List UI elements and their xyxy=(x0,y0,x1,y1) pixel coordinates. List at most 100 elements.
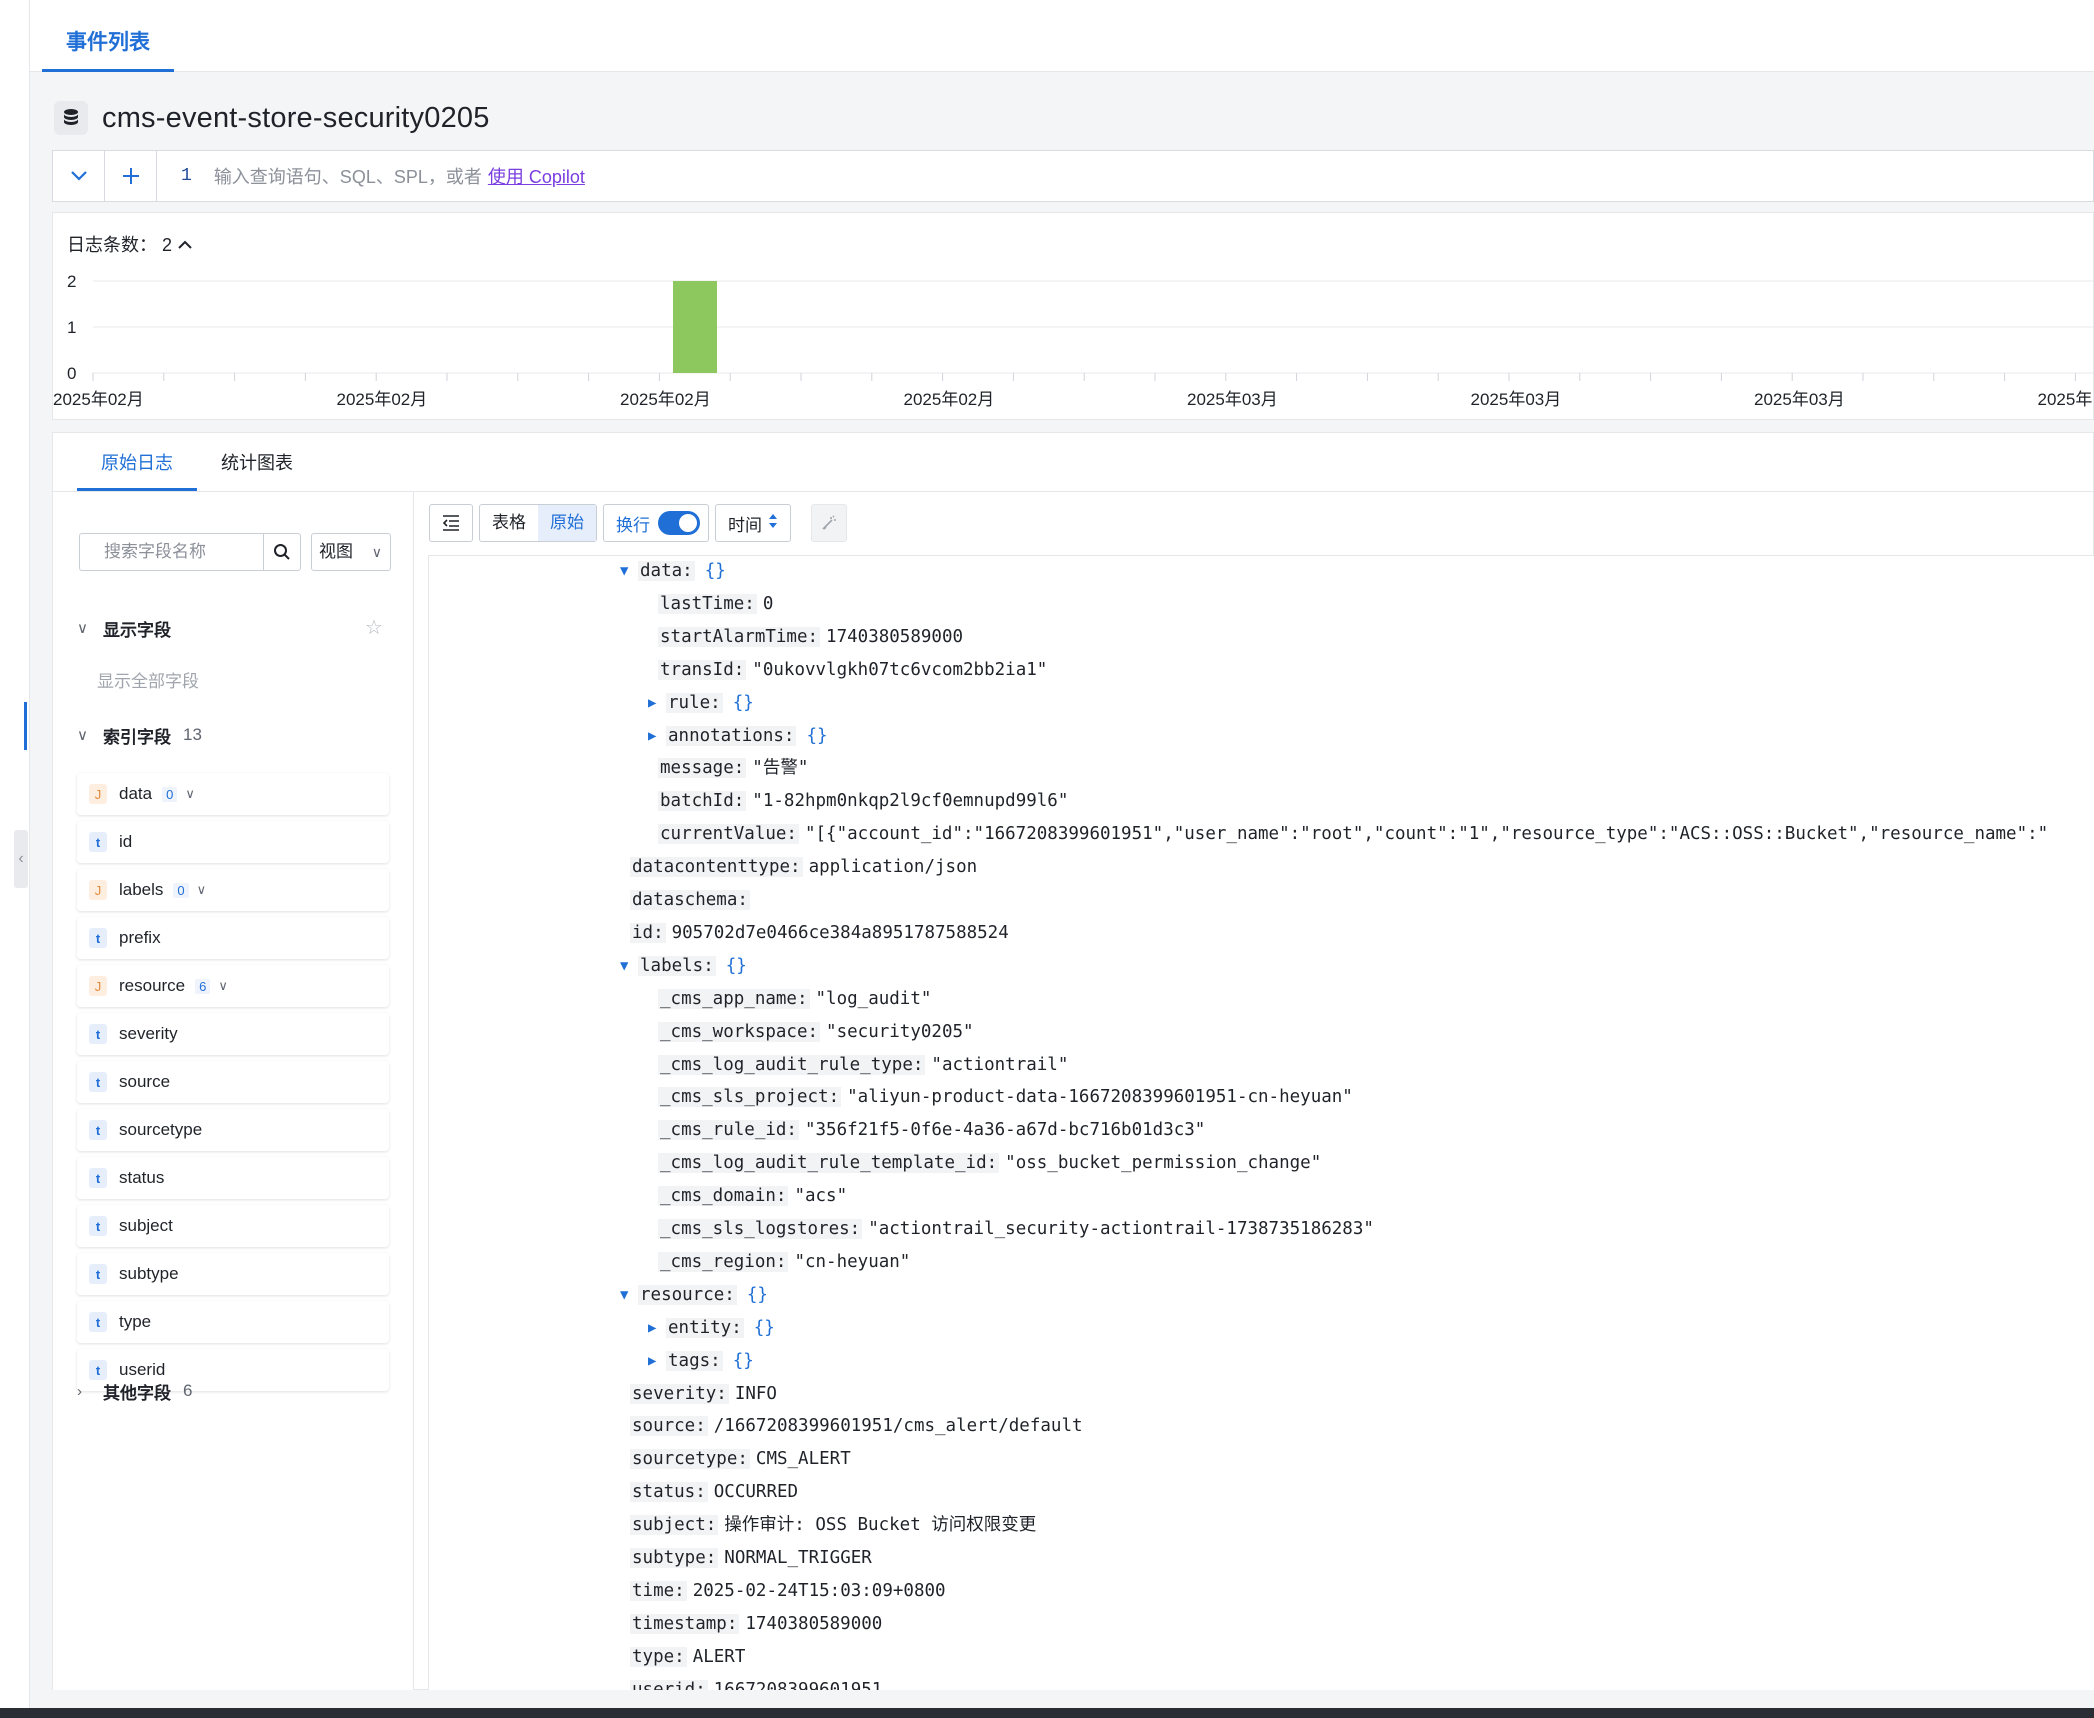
add-icon[interactable] xyxy=(105,151,157,201)
field-item-status[interactable]: t status xyxy=(77,1157,389,1199)
tab-statistics-chart[interactable]: 统计图表 xyxy=(197,433,317,491)
log-key[interactable]: sourcetype: xyxy=(630,1449,750,1470)
log-value[interactable]: 905702d7e0466ce384a8951787588524 xyxy=(672,923,1009,943)
log-key[interactable]: datacontenttype: xyxy=(630,857,803,878)
log-value[interactable]: 操作审计: OSS Bucket 访问权限变更 xyxy=(724,1515,1036,1535)
log-value[interactable]: "log_audit" xyxy=(816,989,932,1009)
log-key[interactable]: subtype: xyxy=(630,1548,719,1568)
log-key[interactable]: message: xyxy=(658,758,747,779)
log-key[interactable]: _cms_log_audit_rule_template_id: xyxy=(658,1153,1000,1174)
log-key[interactable]: rule: xyxy=(666,692,723,713)
log-value[interactable]: CMS_ALERT xyxy=(756,1449,851,1469)
log-key[interactable]: _cms_app_name: xyxy=(658,988,810,1009)
chevron-down-icon[interactable]: ∨ xyxy=(218,978,228,994)
log-value[interactable]: "actiontrail_security-actiontrail-173873… xyxy=(868,1219,1374,1239)
query-input[interactable]: 输入查询语句、SQL、SPL，或者 使用 Copilot xyxy=(214,163,585,189)
log-key[interactable]: transId: xyxy=(658,659,747,680)
log-key[interactable]: severity: xyxy=(630,1383,729,1404)
log-value[interactable]: "356f21f5-0f6e-4a36-a67d-bc716b01d3c3" xyxy=(805,1120,1205,1140)
field-item-subtype[interactable]: t subtype xyxy=(77,1253,389,1295)
log-key[interactable]: startAlarmTime: xyxy=(658,626,821,647)
log-value[interactable]: 1740380589000 xyxy=(826,627,963,647)
caret-right-icon[interactable]: ▶ xyxy=(648,721,656,751)
view-select[interactable]: 视图 ∨ xyxy=(311,533,391,571)
log-key[interactable]: time: xyxy=(630,1580,687,1601)
field-item-id[interactable]: t id xyxy=(77,821,389,863)
wrap-toggle[interactable]: 换行 xyxy=(603,504,709,542)
field-item-source[interactable]: t source xyxy=(77,1061,389,1103)
log-key[interactable]: _cms_sls_project: xyxy=(658,1087,842,1108)
magic-wand-icon[interactable] xyxy=(811,504,847,542)
log-value[interactable]: "0ukovvlgkh07tc6vcom2bb2ia1" xyxy=(752,660,1047,680)
caret-down-icon[interactable]: ▼ xyxy=(620,951,628,981)
field-item-data[interactable]: Jdata 0 ∨ xyxy=(77,773,389,815)
field-item-labels[interactable]: Jlabels 0 ∨ xyxy=(77,869,389,911)
log-value[interactable]: NORMAL_TRIGGER xyxy=(724,1548,872,1568)
log-value[interactable]: 1667208399601951 xyxy=(714,1680,883,1690)
log-key[interactable]: labels: xyxy=(638,955,716,976)
log-value[interactable]: "actiontrail" xyxy=(931,1055,1068,1075)
tab-event-list[interactable]: 事件列表 xyxy=(42,0,174,72)
log-value[interactable]: "[{"account_id":"1667208399601951","user… xyxy=(805,824,2048,844)
show-all-fields-link[interactable]: 显示全部字段 xyxy=(97,667,199,692)
log-value[interactable]: "acs" xyxy=(794,1186,847,1206)
chevron-down-icon[interactable] xyxy=(53,151,105,201)
index-fields-header[interactable]: ∨ 索引字段 13 xyxy=(77,720,202,750)
chevron-down-icon[interactable]: ∨ xyxy=(185,786,195,802)
tab-raw-logs[interactable]: 原始日志 xyxy=(77,433,197,491)
log-value[interactable]: "oss_bucket_permission_change" xyxy=(1005,1153,1321,1173)
log-key[interactable]: annotations: xyxy=(666,725,797,746)
log-value[interactable]: "aliyun-product-data-1667208399601951-cn… xyxy=(847,1087,1353,1107)
log-key[interactable]: type: xyxy=(630,1646,687,1667)
caret-right-icon[interactable]: ▶ xyxy=(648,688,656,718)
log-key[interactable]: _cms_log_audit_rule_type: xyxy=(658,1054,926,1075)
search-icon[interactable] xyxy=(263,533,301,571)
field-item-subject[interactable]: t subject xyxy=(77,1205,389,1247)
log-key[interactable]: data: xyxy=(638,561,695,581)
log-value[interactable]: 0 xyxy=(763,594,774,614)
caret-down-icon[interactable]: ▼ xyxy=(620,1280,628,1310)
log-key[interactable]: _cms_region: xyxy=(658,1251,789,1272)
display-fields-header[interactable]: ∨ 显示字段 xyxy=(77,613,171,643)
log-key[interactable]: currentValue: xyxy=(658,824,799,845)
log-key[interactable]: status: xyxy=(630,1482,708,1503)
raw-view-button[interactable]: 原始 xyxy=(538,505,596,541)
chevron-down-icon[interactable]: ∨ xyxy=(197,882,207,898)
log-key[interactable]: userid: xyxy=(630,1679,708,1690)
copilot-link[interactable]: 使用 Copilot xyxy=(488,167,585,187)
field-item-prefix[interactable]: t prefix xyxy=(77,917,389,959)
log-value[interactable]: ALERT xyxy=(693,1647,746,1667)
log-value[interactable]: "告警" xyxy=(752,758,808,778)
log-key[interactable]: resource: xyxy=(638,1284,737,1305)
log-key[interactable]: _cms_domain: xyxy=(658,1186,789,1207)
field-search-input[interactable]: 搜索字段名称 xyxy=(79,533,263,571)
log-value[interactable]: OCCURRED xyxy=(714,1482,798,1502)
log-value[interactable]: 2025-02-24T15:03:09+0800 xyxy=(693,1581,946,1601)
log-key[interactable]: timestamp: xyxy=(630,1613,740,1634)
log-key[interactable]: lastTime: xyxy=(658,593,757,614)
log-key[interactable]: _cms_workspace: xyxy=(658,1021,821,1042)
log-value[interactable]: "security0205" xyxy=(826,1022,974,1042)
caret-down-icon[interactable]: ▼ xyxy=(620,556,628,586)
log-value[interactable]: application/json xyxy=(809,857,978,877)
field-item-resource[interactable]: Jresource 6 ∨ xyxy=(77,965,389,1007)
log-key[interactable]: dataschema: xyxy=(630,890,750,910)
log-value[interactable]: "cn-heyuan" xyxy=(794,1252,910,1272)
wrap-switch[interactable] xyxy=(658,511,700,535)
caret-right-icon[interactable]: ▶ xyxy=(648,1313,656,1343)
star-icon[interactable]: ☆ xyxy=(365,615,383,640)
log-key[interactable]: tags: xyxy=(666,1350,723,1371)
log-value[interactable]: INFO xyxy=(735,1384,777,1404)
log-value[interactable]: 1740380589000 xyxy=(745,1614,882,1634)
log-key[interactable]: batchId: xyxy=(658,791,747,812)
log-key[interactable]: source: xyxy=(630,1416,708,1437)
time-sort-button[interactable]: 时间 xyxy=(715,504,791,542)
log-key[interactable]: _cms_sls_logstores: xyxy=(658,1219,863,1239)
collapse-sidebar-icon[interactable]: ‹ xyxy=(14,830,28,888)
table-view-button[interactable]: 表格 xyxy=(480,505,538,541)
field-item-sourcetype[interactable]: t sourcetype xyxy=(77,1109,389,1151)
log-value[interactable]: "1-82hpm0nkqp2l9cf0emnupd99l6" xyxy=(752,791,1068,811)
field-item-severity[interactable]: t severity xyxy=(77,1013,389,1055)
log-key[interactable]: subject: xyxy=(630,1515,719,1536)
log-key[interactable]: id: xyxy=(630,922,666,943)
